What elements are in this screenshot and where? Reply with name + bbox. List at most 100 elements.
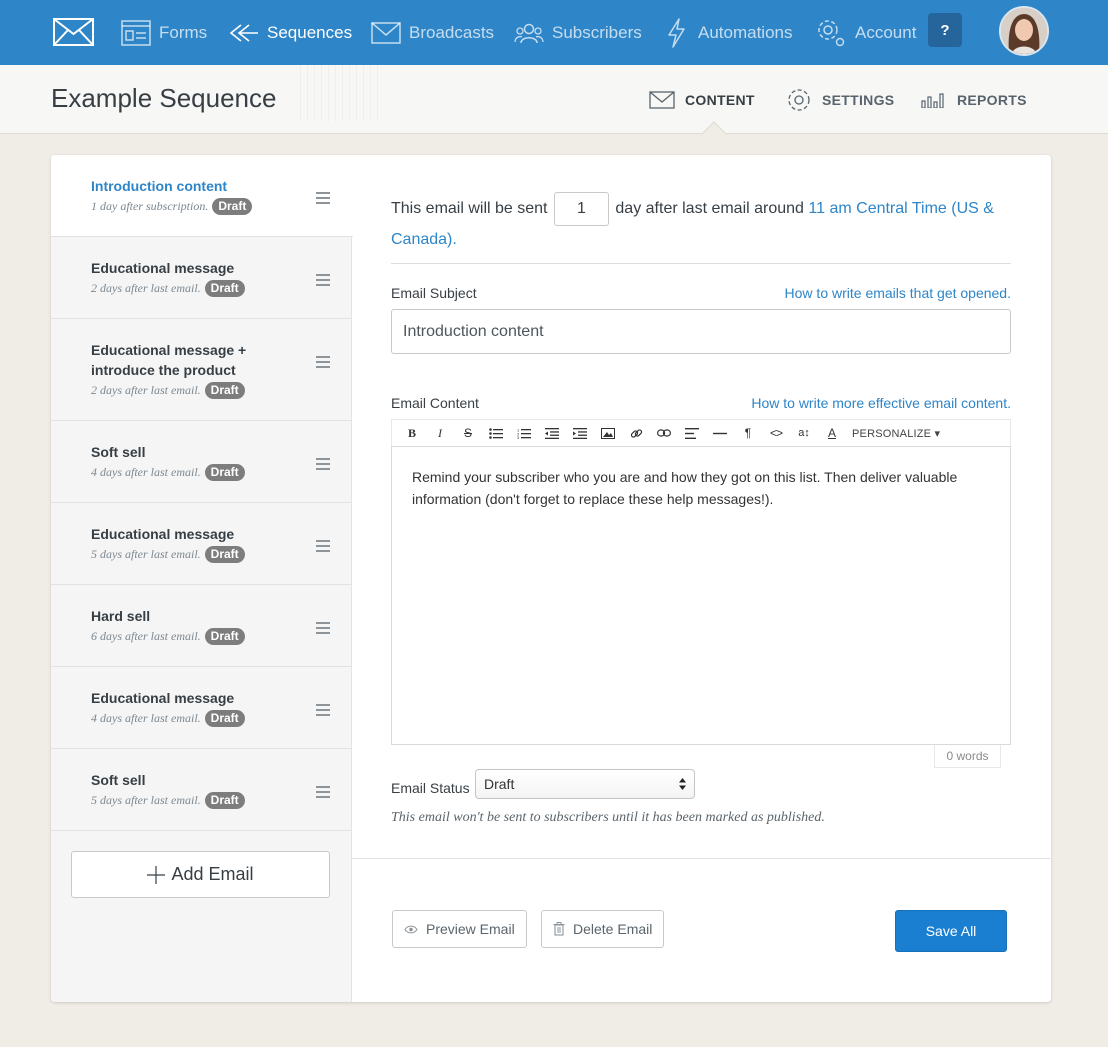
outdent-icon[interactable] — [538, 420, 566, 447]
list-item[interactable]: Soft sell 5 days after last email. Draft — [51, 749, 352, 831]
email-schedule: 6 days after last email. — [91, 629, 201, 643]
nav-label: Broadcasts — [409, 22, 495, 42]
status-badge: Draft — [204, 382, 245, 399]
delete-label: Delete Email — [573, 921, 653, 937]
drag-handle-icon[interactable] — [316, 704, 330, 716]
email-meta: 2 days after last email. Draft — [91, 382, 245, 399]
add-email-button[interactable]: Add Email — [71, 851, 330, 898]
status-badge: Draft — [204, 464, 245, 481]
code-icon[interactable]: <> — [762, 420, 790, 447]
text-color-icon[interactable]: A — [818, 420, 846, 447]
lightning-icon — [668, 17, 685, 48]
envelope-logo-icon[interactable] — [53, 18, 94, 46]
numbered-list-icon[interactable]: 123 — [510, 420, 538, 447]
unlink-icon[interactable] — [650, 420, 678, 447]
nav-item-subscribers[interactable]: Subscribers — [514, 0, 642, 65]
page-header: Example Sequence CONTENT SETTINGS REPORT… — [0, 65, 1108, 134]
email-body-editor[interactable]: Remind your subscriber who you are and h… — [391, 446, 1011, 745]
nav-label: Sequences — [267, 22, 353, 42]
list-item[interactable]: Educational message 4 days after last em… — [51, 667, 352, 749]
delay-days-input[interactable] — [553, 192, 609, 226]
page-title: Example Sequence — [51, 83, 277, 113]
list-item[interactable]: Soft sell 4 days after last email. Draft — [51, 421, 352, 503]
drag-handle-icon[interactable] — [316, 540, 330, 552]
status-badge: Draft — [204, 710, 245, 727]
delete-email-button[interactable]: Delete Email — [541, 910, 665, 948]
sequences-icon — [229, 23, 258, 42]
tab-label: REPORTS — [957, 91, 1027, 108]
email-meta: 2 days after last email. Draft — [91, 280, 245, 297]
list-item[interactable]: Educational message 5 days after last em… — [51, 503, 352, 585]
nav-item-broadcasts[interactable]: Broadcasts — [371, 0, 494, 65]
bullet-list-icon[interactable] — [482, 420, 510, 447]
indent-icon[interactable] — [566, 420, 594, 447]
schedule-prefix: This email will be sent — [391, 200, 548, 218]
status-badge: Draft — [204, 628, 245, 645]
list-item[interactable]: Educational message + introduce the prod… — [51, 319, 352, 421]
trash-icon — [553, 922, 565, 936]
nav-item-forms[interactable]: Forms — [121, 0, 207, 65]
list-item[interactable]: Educational message 2 days after last em… — [51, 237, 352, 319]
content-label: Email Content — [391, 395, 479, 411]
email-schedule: 2 days after last email. — [91, 383, 201, 397]
email-schedule: 4 days after last email. — [91, 711, 201, 725]
email-title: Soft sell — [91, 772, 146, 788]
email-title: Educational message — [91, 260, 235, 276]
envelope-icon — [371, 21, 401, 44]
drag-handle-icon[interactable] — [316, 356, 330, 368]
subject-label: Email Subject — [391, 285, 477, 301]
italic-icon[interactable]: I — [426, 420, 454, 447]
subject-help-link[interactable]: How to write emails that get opened. — [785, 285, 1011, 301]
horizontal-rule-icon[interactable] — [706, 420, 734, 447]
nav-item-automations[interactable]: Automations — [664, 0, 793, 65]
email-title: Educational message — [91, 690, 235, 706]
status-note: This email won't be sent to subscribers … — [391, 810, 825, 825]
tab-label: CONTENT — [685, 91, 755, 108]
save-all-button[interactable]: Save All — [895, 910, 1007, 952]
caret-down-icon: ▾ — [934, 427, 941, 440]
tab-settings[interactable]: SETTINGS — [786, 65, 894, 134]
envelope-icon — [649, 90, 675, 109]
bold-icon[interactable]: B — [398, 420, 426, 447]
drag-handle-icon[interactable] — [316, 274, 330, 286]
personalize-dropdown[interactable]: PERSONALIZE ▾ — [852, 427, 940, 440]
status-badge: Draft — [204, 546, 245, 563]
font-size-icon[interactable]: a↕ — [790, 420, 818, 447]
drag-handle-icon[interactable] — [316, 192, 330, 204]
add-email-label: Add Email — [171, 864, 254, 884]
nav-item-sequences[interactable]: Sequences — [229, 0, 352, 65]
email-title: Soft sell — [91, 444, 146, 460]
link-icon[interactable] — [622, 420, 650, 447]
image-icon[interactable] — [594, 420, 622, 447]
plus-icon — [147, 865, 166, 884]
drag-handle-icon[interactable] — [316, 622, 330, 634]
preview-label: Preview Email — [426, 921, 515, 937]
help-button[interactable]: ? — [928, 13, 962, 47]
nav-label: Subscribers — [552, 22, 642, 42]
subject-input[interactable] — [391, 309, 1011, 354]
email-title: Hard sell — [91, 608, 151, 624]
strikethrough-icon[interactable]: S — [454, 420, 482, 447]
email-meta: 4 days after last email. Draft — [91, 710, 245, 727]
align-left-icon[interactable] — [678, 420, 706, 447]
email-title: Educational message — [91, 526, 235, 542]
tab-reports[interactable]: REPORTS — [921, 65, 1027, 134]
nav-item-account[interactable]: Account — [815, 0, 916, 65]
schedule-suffix: day after last email around — [615, 200, 804, 218]
avatar[interactable] — [999, 6, 1049, 56]
preview-email-button[interactable]: Preview Email — [392, 910, 527, 948]
content-help-link[interactable]: How to write more effective email conten… — [751, 395, 1011, 411]
list-item[interactable]: Introduction content 1 day after subscri… — [51, 155, 353, 237]
editor-toolbar: B I S 123 ¶ <> a↕ A PERSONALIZE ▾ — [391, 419, 1011, 446]
drag-handle-icon[interactable] — [316, 786, 330, 798]
email-schedule: 4 days after last email. — [91, 465, 201, 479]
tab-content[interactable]: CONTENT — [649, 65, 755, 134]
email-status-select[interactable]: Draft — [475, 769, 695, 799]
list-item[interactable]: Hard sell 6 days after last email. Draft — [51, 585, 352, 667]
paragraph-icon[interactable]: ¶ — [734, 420, 762, 447]
form-icon — [121, 19, 151, 46]
email-title: Educational message + introduce the prod… — [91, 342, 247, 378]
email-meta: 1 day after subscription. Draft — [91, 198, 253, 215]
drag-handle-icon[interactable] — [316, 458, 330, 470]
divider — [352, 858, 1051, 859]
